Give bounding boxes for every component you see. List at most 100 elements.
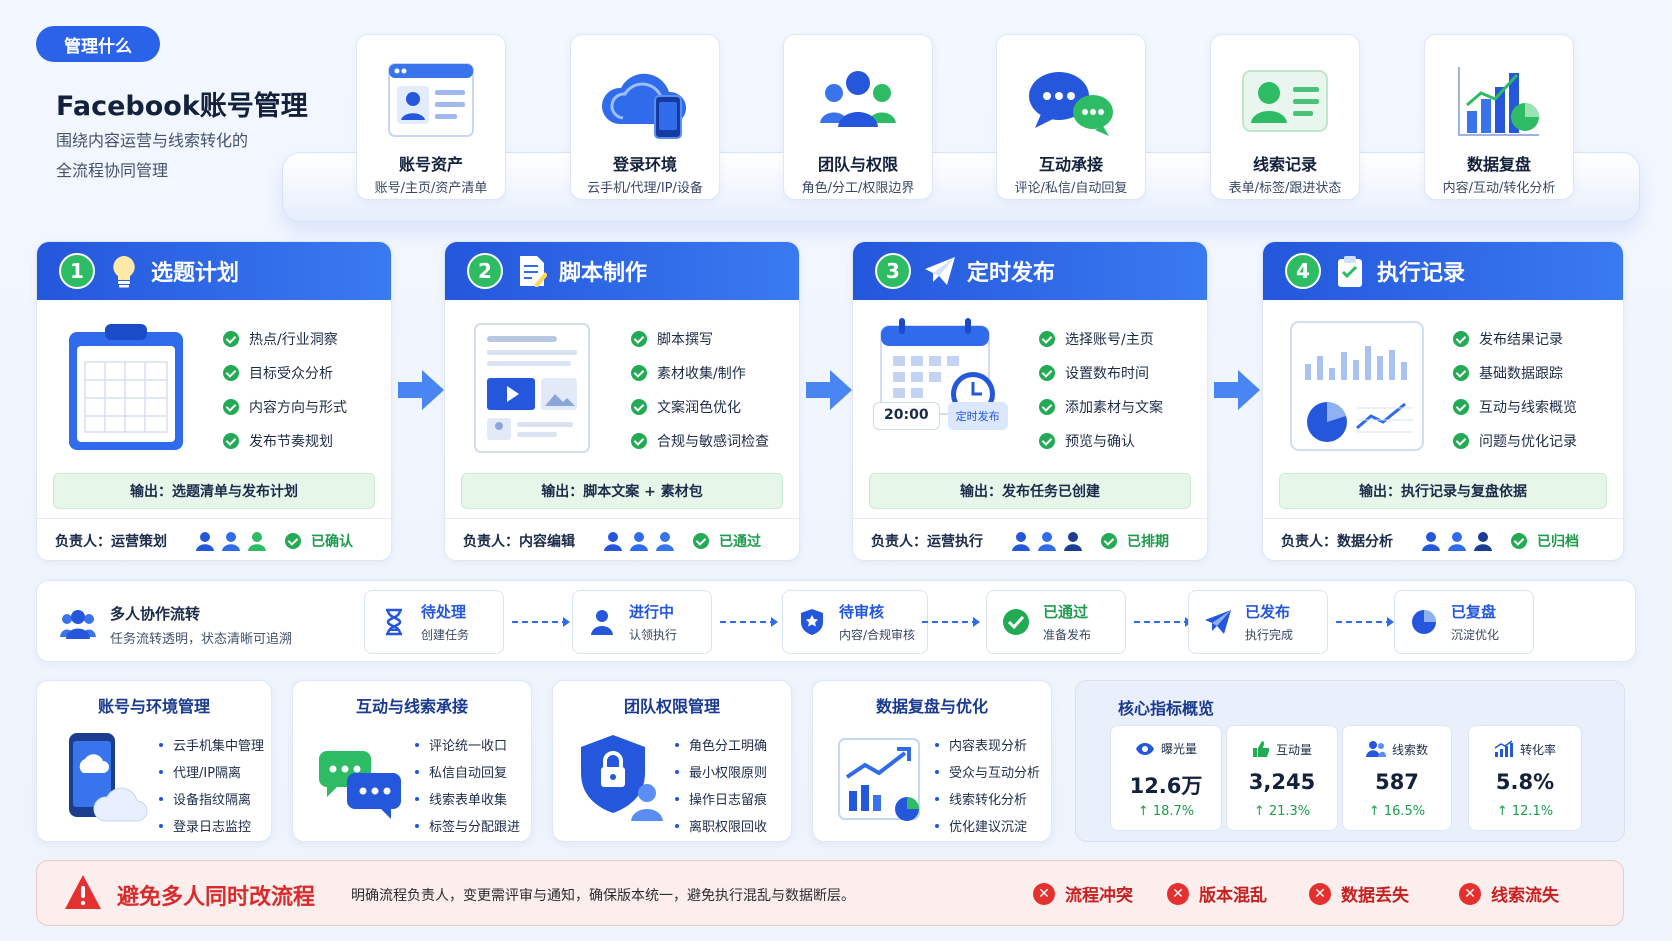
card-interaction-leads[interactable]: 互动与线索承接 评论统一收口 私信自动回复 线索表单收集 标签与分配跟进	[292, 680, 532, 842]
chat-bubbles-icon	[997, 49, 1145, 153]
check-icon	[1039, 331, 1055, 347]
kpi-panel: 核心指标概览 曝光量 12.6万 ↑ 18.7% 互动量 3,245 ↑ 21.…	[1075, 680, 1625, 842]
checklist-item: 选择账号/主页	[1039, 322, 1163, 356]
module-login-env[interactable]: 登录环境 云手机/代理/IP/设备	[570, 34, 720, 200]
clipboard-check-icon	[1333, 254, 1367, 288]
step-scheduled-publish[interactable]: 3 定时发布 20:00 定时发布 选择账号/主页 设置数布时间 添加素材与文案…	[852, 241, 1208, 561]
schedule-info: 20:00 定时发布	[873, 402, 1008, 430]
kpi-card-leads[interactable]: 线索数 587 ↑ 16.5%	[1342, 725, 1452, 831]
avatar-group	[193, 529, 269, 553]
subtitle-line-2: 全流程协同管理	[56, 161, 169, 180]
script-document-icon	[469, 316, 599, 456]
check-icon	[1453, 331, 1469, 347]
step-execution-record[interactable]: 4 执行记录 发布结果记录 基础数据跟踪 互动与线索概览 问题与优化记录 输出：…	[1262, 241, 1624, 561]
avatar-icon	[1422, 531, 1440, 551]
kpi-title: 核心指标概览	[1118, 699, 1215, 718]
flow-node-review[interactable]: 待审核 内容/合规审核	[782, 590, 928, 654]
kpi-value: 5.8%	[1495, 770, 1555, 794]
flow-desc: 任务流转透明，状态清晰可追溯	[110, 632, 293, 647]
checklist-item: 添加素材与文案	[1039, 390, 1163, 424]
kpi-card-exposure[interactable]: 曝光量 12.6万 ↑ 18.7%	[1110, 725, 1222, 831]
step-arrow-icon	[1212, 368, 1262, 412]
card-list: 角色分工明确 最小权限原则 操作日志留痕 离职权限回收	[675, 731, 767, 839]
flow-node-reviewed[interactable]: 已复盘 沉淀优化	[1394, 590, 1534, 654]
flow-node-in-progress[interactable]: 进行中 认领执行	[572, 590, 712, 654]
checklist-item: 内容方向与形式	[223, 390, 347, 424]
module-desc: 云手机/代理/IP/设备	[587, 181, 703, 196]
step-owner: 负责人：内容编辑	[463, 533, 575, 550]
module-desc: 内容/互动/转化分析	[1442, 181, 1556, 196]
kpi-growth: ↑ 18.7%	[1137, 804, 1195, 819]
kpi-growth: ↑ 12.1%	[1496, 804, 1554, 819]
module-title: 团队与权限	[817, 155, 898, 174]
avatar-icon	[222, 531, 240, 551]
step-checklist: 脚本撰写 素材收集/制作 文案润色优化 合规与敏感词检查	[631, 322, 769, 458]
step-script-making[interactable]: 2 脚本制作 脚本撰写 素材收集/制作 文案润色优化 合规与敏感词检查 输出：脚…	[444, 241, 800, 561]
avatar-icon	[1474, 531, 1492, 551]
step-header: 4 执行记录	[1263, 242, 1623, 300]
module-title: 数据复盘	[1466, 155, 1531, 174]
cloud-phone-icon	[571, 49, 719, 153]
warning-banner: 避免多人同时改流程 明确流程负责人，变更需评审与通知，确保版本统一，避免执行混乱…	[36, 860, 1624, 926]
step-checklist: 热点/行业洞察 目标受众分析 内容方向与形式 发布节奏规划	[223, 322, 347, 458]
avatar-icon	[1064, 531, 1082, 551]
card-list: 内容表现分析 受众与互动分析 线索转化分析 优化建议沉淀	[935, 731, 1040, 839]
check-icon	[1039, 433, 1055, 449]
avatar-icon	[1012, 531, 1030, 551]
module-account-assets[interactable]: 账号资产 账号/主页/资产清单	[356, 34, 506, 200]
checklist-item: 发布结果记录	[1453, 322, 1577, 356]
check-icon	[1453, 365, 1469, 381]
checklist-item: 目标受众分析	[223, 356, 347, 390]
kpi-card-conversion[interactable]: 转化率 5.8% ↑ 12.1%	[1468, 725, 1582, 831]
card-data-review[interactable]: 数据复盘与优化 内容表现分析 受众与互动分析 线索转化分析 优化建议沉淀	[812, 680, 1052, 842]
module-interaction[interactable]: 互动承接 评论/私信/自动回复	[996, 34, 1146, 200]
avatar-group	[1419, 529, 1495, 553]
shield-lock-icon	[573, 725, 669, 835]
kpi-card-engagement[interactable]: 互动量 3,245 ↑ 21.3%	[1226, 725, 1338, 831]
module-leads[interactable]: 线索记录 表单/标签/跟进状态	[1210, 34, 1360, 200]
flow-node-approved[interactable]: 已通过 准备发布	[986, 590, 1126, 654]
avatar-group	[601, 529, 677, 553]
card-list: 云手机集中管理 代理/IP隔离 设备指纹隔离 登录日志监控	[159, 731, 264, 839]
hourglass-icon	[386, 608, 402, 636]
avatar-icon	[656, 531, 674, 551]
step-checklist: 发布结果记录 基础数据跟踪 互动与线索概览 问题与优化记录	[1453, 322, 1577, 458]
module-data-review[interactable]: 数据复盘 内容/互动/转化分析	[1424, 34, 1574, 200]
card-title: 账号与环境管理	[97, 697, 210, 716]
analytics-board-icon	[833, 725, 929, 835]
step-header: 3 定时发布	[853, 242, 1207, 300]
checklist-item: 设置数布时间	[1039, 356, 1163, 390]
avatar-icon	[604, 531, 622, 551]
checklist-item: 热点/行业洞察	[223, 322, 347, 356]
clipboard-calendar-icon	[61, 316, 191, 456]
avatar-group	[1009, 529, 1085, 553]
page-subtitle: 围绕内容运营与线索转化的 全流程协同管理	[56, 126, 296, 186]
flow-connector	[1134, 617, 1192, 627]
module-team-permissions[interactable]: 团队与权限 角色/分工/权限边界	[783, 34, 933, 200]
card-team-permissions[interactable]: 团队权限管理 角色分工明确 最小权限原则 操作日志留痕 离职权限回收	[552, 680, 792, 842]
checklist-item: 预览与确认	[1039, 424, 1163, 458]
section-pill: 管理什么	[36, 26, 160, 62]
step-topic-plan[interactable]: 1 选题计划 热点/行业洞察 目标受众分析 内容方向与形式 发布节奏规划 输出：…	[36, 241, 392, 561]
flow-node-published[interactable]: 已发布 执行完成	[1188, 590, 1328, 654]
account-card-icon	[357, 49, 505, 153]
check-icon	[285, 532, 301, 549]
step-owner: 负责人：运营策划	[55, 533, 167, 550]
step-output: 输出：选题清单与发布计划	[53, 473, 375, 509]
status-badge: 已通过	[693, 531, 761, 551]
card-list: 评论统一收口 私信自动回复 线索表单收集 标签与分配跟进	[415, 731, 520, 839]
kpi-value: 12.6万	[1129, 774, 1203, 798]
kpi-value: 587	[1375, 770, 1419, 794]
checklist-item: 合规与敏感词检查	[631, 424, 769, 458]
avatar-icon	[1448, 531, 1466, 551]
team-icon	[784, 49, 932, 153]
check-icon	[1511, 532, 1527, 549]
step-output: 输出：脚本文案 + 素材包	[461, 473, 783, 509]
close-circle-icon: ✕	[1167, 882, 1189, 905]
flow-node-pending[interactable]: 待处理 创建任务	[364, 590, 504, 654]
step-title: 执行记录	[1377, 261, 1466, 286]
step-owner: 负责人：运营执行	[871, 533, 983, 550]
checklist-item: 基础数据跟踪	[1453, 356, 1577, 390]
close-circle-icon: ✕	[1309, 882, 1331, 905]
card-account-env[interactable]: 账号与环境管理 云手机集中管理 代理/IP隔离 设备指纹隔离 登录日志监控	[36, 680, 272, 842]
